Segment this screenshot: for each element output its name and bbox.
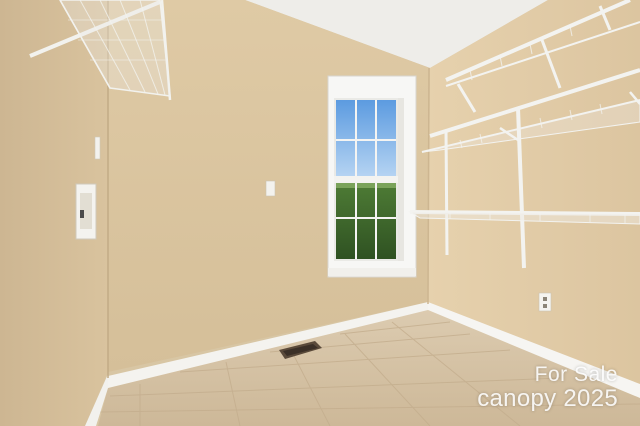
watermark-brand: canopy xyxy=(477,385,557,412)
washer-outlet-box xyxy=(75,183,97,240)
right-wall-outlet xyxy=(538,292,552,312)
back-wall-outlet xyxy=(265,180,276,197)
watermark-for-sale: For Sale xyxy=(534,363,618,386)
left-switch-plate xyxy=(94,136,101,160)
watermark: For Sale canopy 2025 xyxy=(477,364,618,412)
watermark-brand-year: canopy 2025 xyxy=(477,386,618,412)
watermark-year: 2025 xyxy=(563,385,618,412)
right-corner xyxy=(427,67,430,305)
window xyxy=(327,75,417,278)
